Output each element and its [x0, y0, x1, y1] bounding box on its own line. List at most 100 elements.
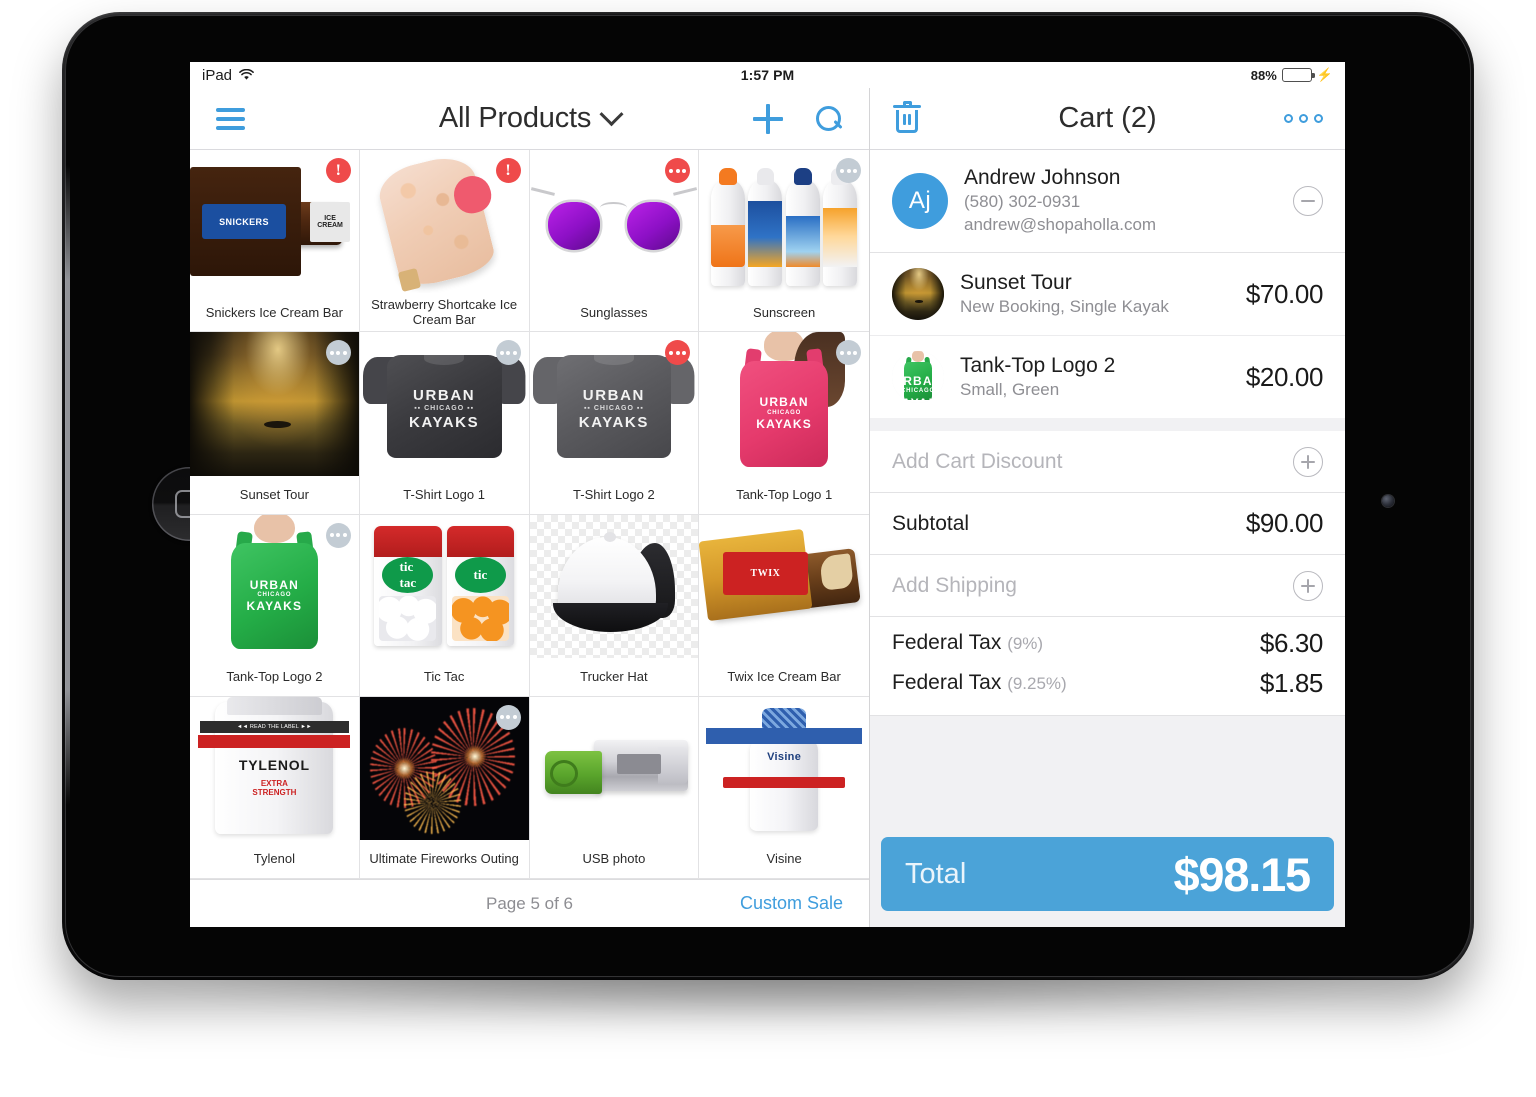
status-bar-time: 1:57 PM: [740, 67, 795, 83]
add-product-button[interactable]: [753, 103, 783, 134]
tax-row[interactable]: Federal Tax (9%) $6.30: [870, 623, 1345, 664]
product-thumbnail: SNICKERS ICE CREAM!: [190, 150, 359, 294]
product-tile[interactable]: URBAN ▪▪ CHICAGO ▪▪ KAYAKS T-Shirt Logo 2: [529, 332, 700, 515]
chevron-down-icon[interactable]: [599, 102, 624, 127]
add-cart-discount-button[interactable]: [1293, 446, 1323, 477]
add-shipping-button[interactable]: [1293, 570, 1323, 601]
line-item-variant: Small, Green: [960, 380, 1060, 400]
line-item-price: $70.00: [1245, 278, 1324, 309]
page-title: All Products: [438, 102, 592, 134]
tax-name: Federal Tax: [892, 671, 1002, 695]
tax-label: Federal Tax (9%): [892, 631, 1043, 655]
customer-info: Andrew Johnson (580) 302-0931 andrew@sho…: [964, 166, 1156, 236]
search-icon[interactable]: [815, 105, 843, 133]
cart-line-item[interactable]: URBAN CHICAGO KAYAKS Tank-Top Logo 2 Small, …: [870, 335, 1345, 419]
product-thumbnail: [190, 332, 359, 476]
product-tile[interactable]: Ultimate Fireworks Outing: [359, 696, 530, 879]
line-item-text: Sunset Tour New Booking, Single Kayak: [960, 271, 1169, 317]
alert-badge-icon[interactable]: !: [495, 158, 521, 183]
product-name: USB photo: [582, 851, 646, 867]
add-cart-discount-label: Add Cart Discount: [892, 449, 1063, 473]
tax-value: $1.85: [1259, 667, 1323, 698]
product-name: Snickers Ice Cream Bar: [205, 304, 343, 320]
cart-empty-space: [870, 716, 1345, 827]
line-item-thumbnail: URBAN CHICAGO KAYAKS: [892, 351, 944, 404]
tax-label: Federal Tax (9.25%): [892, 671, 1067, 695]
product-tile[interactable]: URBAN ▪▪ CHICAGO ▪▪ KAYAKS T-Shirt Logo 1: [359, 332, 530, 515]
cart-pane: Cart (2) Aj Andrew Johnson (580) 302-093…: [870, 88, 1345, 927]
product-name: Trucker Hat: [580, 669, 648, 685]
customer-email: andrew@shopaholla.com: [964, 215, 1157, 235]
charge-total-button[interactable]: Total $98.15: [881, 837, 1334, 911]
total-bar-wrap: Total $98.15: [870, 827, 1345, 927]
product-tile[interactable]: Sunscreen: [699, 150, 869, 333]
custom-sale-button[interactable]: Custom Sale: [740, 893, 843, 914]
product-grid: SNICKERS ICE CREAM! Snickers Ice Cream Bar!…: [190, 150, 869, 879]
product-name: Visine: [766, 851, 802, 867]
device-stage: iPad 1:57 PM 88% ⚡ All Products SNICKERS…: [0, 0, 1536, 1097]
hamburger-menu-icon[interactable]: [216, 107, 245, 130]
line-item-thumbnail: [892, 268, 944, 321]
product-tile[interactable]: USB photo: [529, 696, 700, 879]
customer-section: Aj Andrew Johnson (580) 302-0931 andrew@…: [870, 150, 1345, 254]
battery-icon: [1281, 68, 1315, 82]
app-body: All Products SNICKERS ICE CREAM! Snickers I…: [190, 88, 1345, 927]
product-name: Strawberry Shortcake Ice Cream Bar: [371, 296, 518, 328]
products-nav-actions: [753, 103, 843, 134]
product-thumbnail: [529, 150, 699, 294]
more-options-icon[interactable]: [1284, 114, 1323, 123]
tax-row[interactable]: Federal Tax (9.25%) $1.85: [870, 663, 1345, 704]
tax-rate: (9%): [1007, 634, 1044, 654]
product-name: Twix Ice Cream Bar: [727, 669, 841, 685]
alert-badge-icon[interactable]: !: [325, 158, 351, 183]
product-thumbnail: TWIX: [699, 514, 869, 658]
trash-icon[interactable]: [892, 100, 922, 135]
product-tile[interactable]: Sunset Tour: [190, 332, 360, 515]
product-name: Sunglasses: [580, 304, 648, 320]
line-item-price: $20.00: [1245, 361, 1324, 392]
product-name: Ultimate Fireworks Outing: [369, 851, 519, 867]
minus-circle-icon: [1301, 200, 1315, 202]
ios-status-bar: iPad 1:57 PM 88% ⚡: [190, 62, 1345, 88]
tax-value: $6.30: [1259, 627, 1323, 658]
product-tile[interactable]: Trucker Hat: [529, 514, 700, 697]
add-cart-discount-row[interactable]: Add Cart Discount: [870, 431, 1345, 494]
product-name: Sunscreen: [753, 304, 816, 320]
product-name: Tylenol: [253, 851, 295, 867]
variants-badge-icon[interactable]: [495, 340, 521, 366]
product-tile[interactable]: URBAN CHICAGO KAYAKS Tank-Top Logo 1: [699, 332, 869, 515]
product-tile[interactable]: SNICKERS ICE CREAM! Snickers Ice Cream Bar: [190, 150, 360, 333]
avatar: Aj: [892, 173, 948, 230]
customer-row[interactable]: Aj Andrew Johnson (580) 302-0931 andrew@…: [870, 150, 1345, 254]
product-tile[interactable]: TWIX Twix Ice Cream Bar: [699, 514, 869, 697]
variants-badge-icon[interactable]: [325, 340, 351, 366]
customer-name: Andrew Johnson: [964, 166, 1121, 189]
product-tile[interactable]: URBAN CHICAGO KAYAKS Tank-Top Logo 2: [190, 514, 360, 697]
product-tile[interactable]: ◄◄ READ THE LABEL ►► TYLENOL EXTRA STRENGTH…: [190, 696, 360, 879]
product-thumbnail: ◄◄ READ THE LABEL ►► TYLENOL EXTRA STRENGTH: [190, 696, 359, 840]
line-item-text: Tank-Top Logo 2 Small, Green: [960, 354, 1115, 400]
line-item-name: Tank-Top Logo 2: [960, 354, 1116, 378]
tax-rate: (9.25%): [1007, 674, 1067, 694]
bezel-edge-highlight: [65, 165, 70, 805]
add-shipping-row[interactable]: Add Shipping: [870, 555, 1345, 618]
product-tile[interactable]: Sunglasses: [529, 150, 700, 333]
product-thumbnail: [359, 696, 529, 840]
product-name: T-Shirt Logo 2: [573, 486, 655, 502]
product-tile[interactable]: Visine Visine: [699, 696, 869, 879]
product-thumbnail: !: [359, 150, 529, 294]
variants-badge-icon[interactable]: [495, 704, 521, 730]
remove-customer-button[interactable]: [1293, 186, 1323, 217]
product-tile[interactable]: tic tac tic Tic Tac: [359, 514, 530, 697]
variants-badge-icon[interactable]: [836, 158, 861, 183]
subtotal-label: Subtotal: [892, 511, 970, 535]
product-thumbnail: Visine: [699, 696, 869, 840]
total-label: Total: [905, 857, 967, 890]
cart-navbar: Cart (2): [870, 88, 1345, 150]
cart-line-item[interactable]: Sunset Tour New Booking, Single Kayak $70.…: [870, 253, 1345, 336]
products-navbar: All Products: [190, 88, 869, 150]
variants-badge-icon[interactable]: [325, 522, 351, 548]
line-item-variant: New Booking, Single Kayak: [960, 297, 1169, 317]
subtotal-value: $90.00: [1245, 508, 1324, 539]
product-tile[interactable]: ! Strawberry Shortcake Ice Cream Bar: [359, 150, 530, 333]
